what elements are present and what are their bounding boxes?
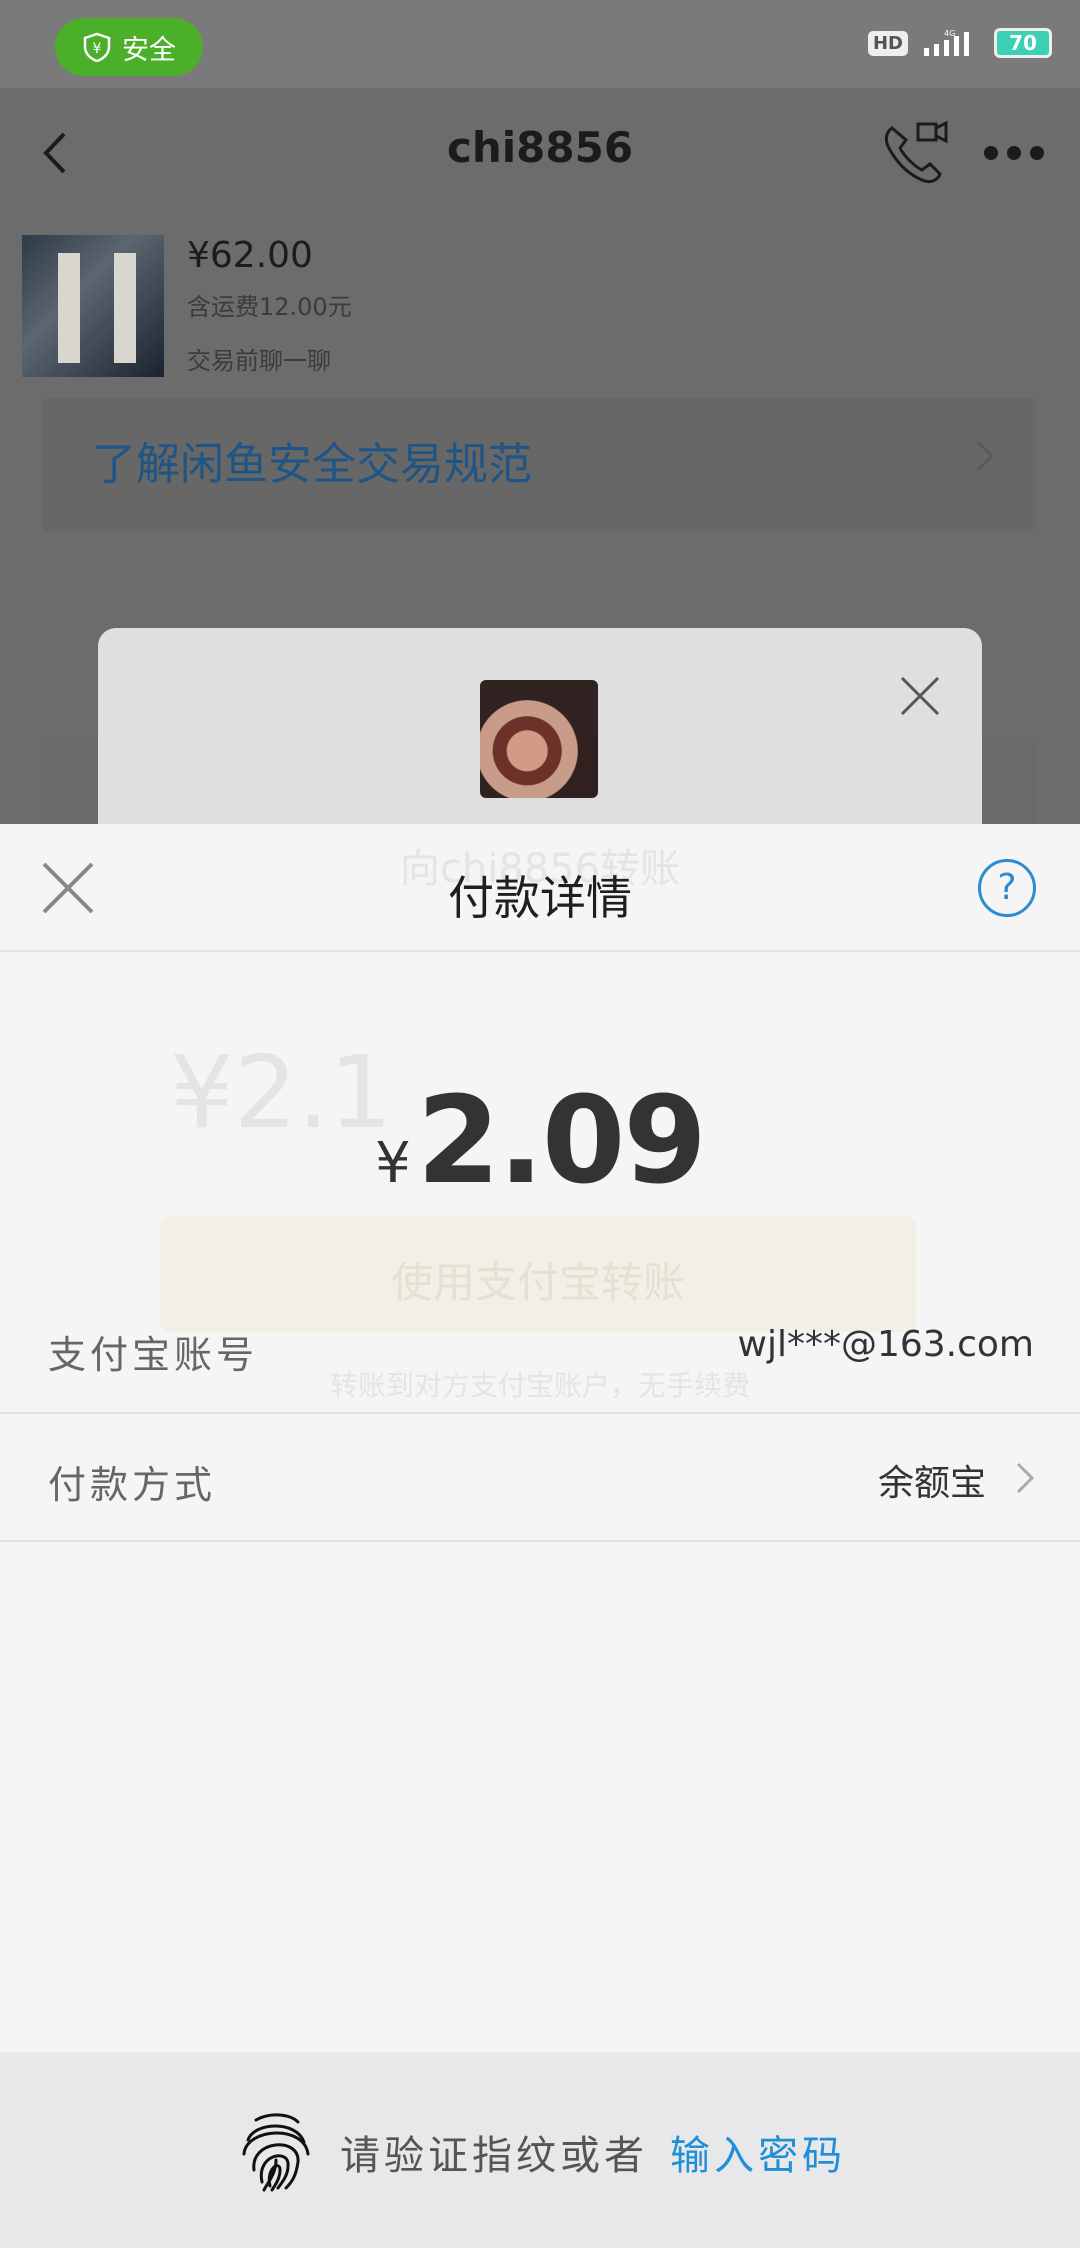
shield-icon: ¥ <box>83 32 111 62</box>
signal-icon: 4G <box>924 29 969 56</box>
currency-symbol: ¥ <box>375 1131 411 1196</box>
shipping-note: 含运费12.00元 <box>187 293 352 321</box>
system-status: HD 4G 70 <box>867 28 1052 58</box>
chat-prompt: 交易前聊一聊 <box>187 347 331 375</box>
verify-prompt: 请验证指纹或者 <box>340 2133 648 2179</box>
recipient-avatar <box>480 680 598 798</box>
sheet-header: 付款详情 ? <box>0 824 1080 952</box>
sheet-title: 付款详情 <box>448 871 632 925</box>
secure-badge[interactable]: ¥ 安全 <box>55 18 203 76</box>
payment-method-row[interactable]: 付款方式 余额宝 <box>0 1412 1080 1542</box>
chat-header: chi8856 <box>0 88 1080 216</box>
account-value: wjl***@163.com <box>737 1324 1035 1365</box>
close-icon[interactable] <box>898 674 942 718</box>
account-label: 支付宝账号 <box>48 1333 259 1377</box>
more-options-icon[interactable] <box>984 146 1044 162</box>
safety-rules-link: 了解闲鱼安全交易规范 <box>92 439 532 490</box>
battery-level: 70 <box>1009 31 1037 55</box>
fingerprint-icon <box>242 2113 310 2192</box>
svg-text:¥: ¥ <box>93 41 102 57</box>
account-row: 支付宝账号 wjl***@163.com <box>0 1284 1080 1410</box>
fingerprint-verify-bar: 请验证指纹或者 输入密码 <box>0 2052 1080 2248</box>
payment-method-value: 余额宝 <box>877 1463 986 1504</box>
enter-password-link[interactable]: 输入密码 <box>670 2123 846 2181</box>
secure-label: 安全 <box>122 34 176 66</box>
amount-value: 2.09 <box>416 1072 707 1211</box>
safety-rules-banner[interactable]: 了解闲鱼安全交易规范 <box>42 398 1036 532</box>
payment-method-label: 付款方式 <box>48 1463 217 1507</box>
hd-badge: HD <box>867 30 908 56</box>
help-icon[interactable]: ? <box>978 859 1036 917</box>
product-thumbnail <box>22 235 164 377</box>
chevron-right-icon <box>1016 1462 1035 1494</box>
chevron-right-icon <box>976 440 995 472</box>
product-price: ¥62.00 <box>187 235 313 276</box>
battery-icon: 70 <box>994 28 1052 58</box>
status-bar: ¥ 安全 HD 4G 70 <box>0 0 1080 88</box>
payment-amount: ¥2.09 <box>0 1072 1080 1211</box>
video-call-icon[interactable] <box>880 118 950 188</box>
product-card[interactable]: ¥62.00 含运费12.00元 交易前聊一聊 <box>22 235 1062 380</box>
network-type: 4G <box>944 29 955 38</box>
payment-sheet: 向chi8856转账 ¥2.1 使用支付宝转账 转账到对方支付宝账户，无手续费 … <box>0 824 1080 2248</box>
